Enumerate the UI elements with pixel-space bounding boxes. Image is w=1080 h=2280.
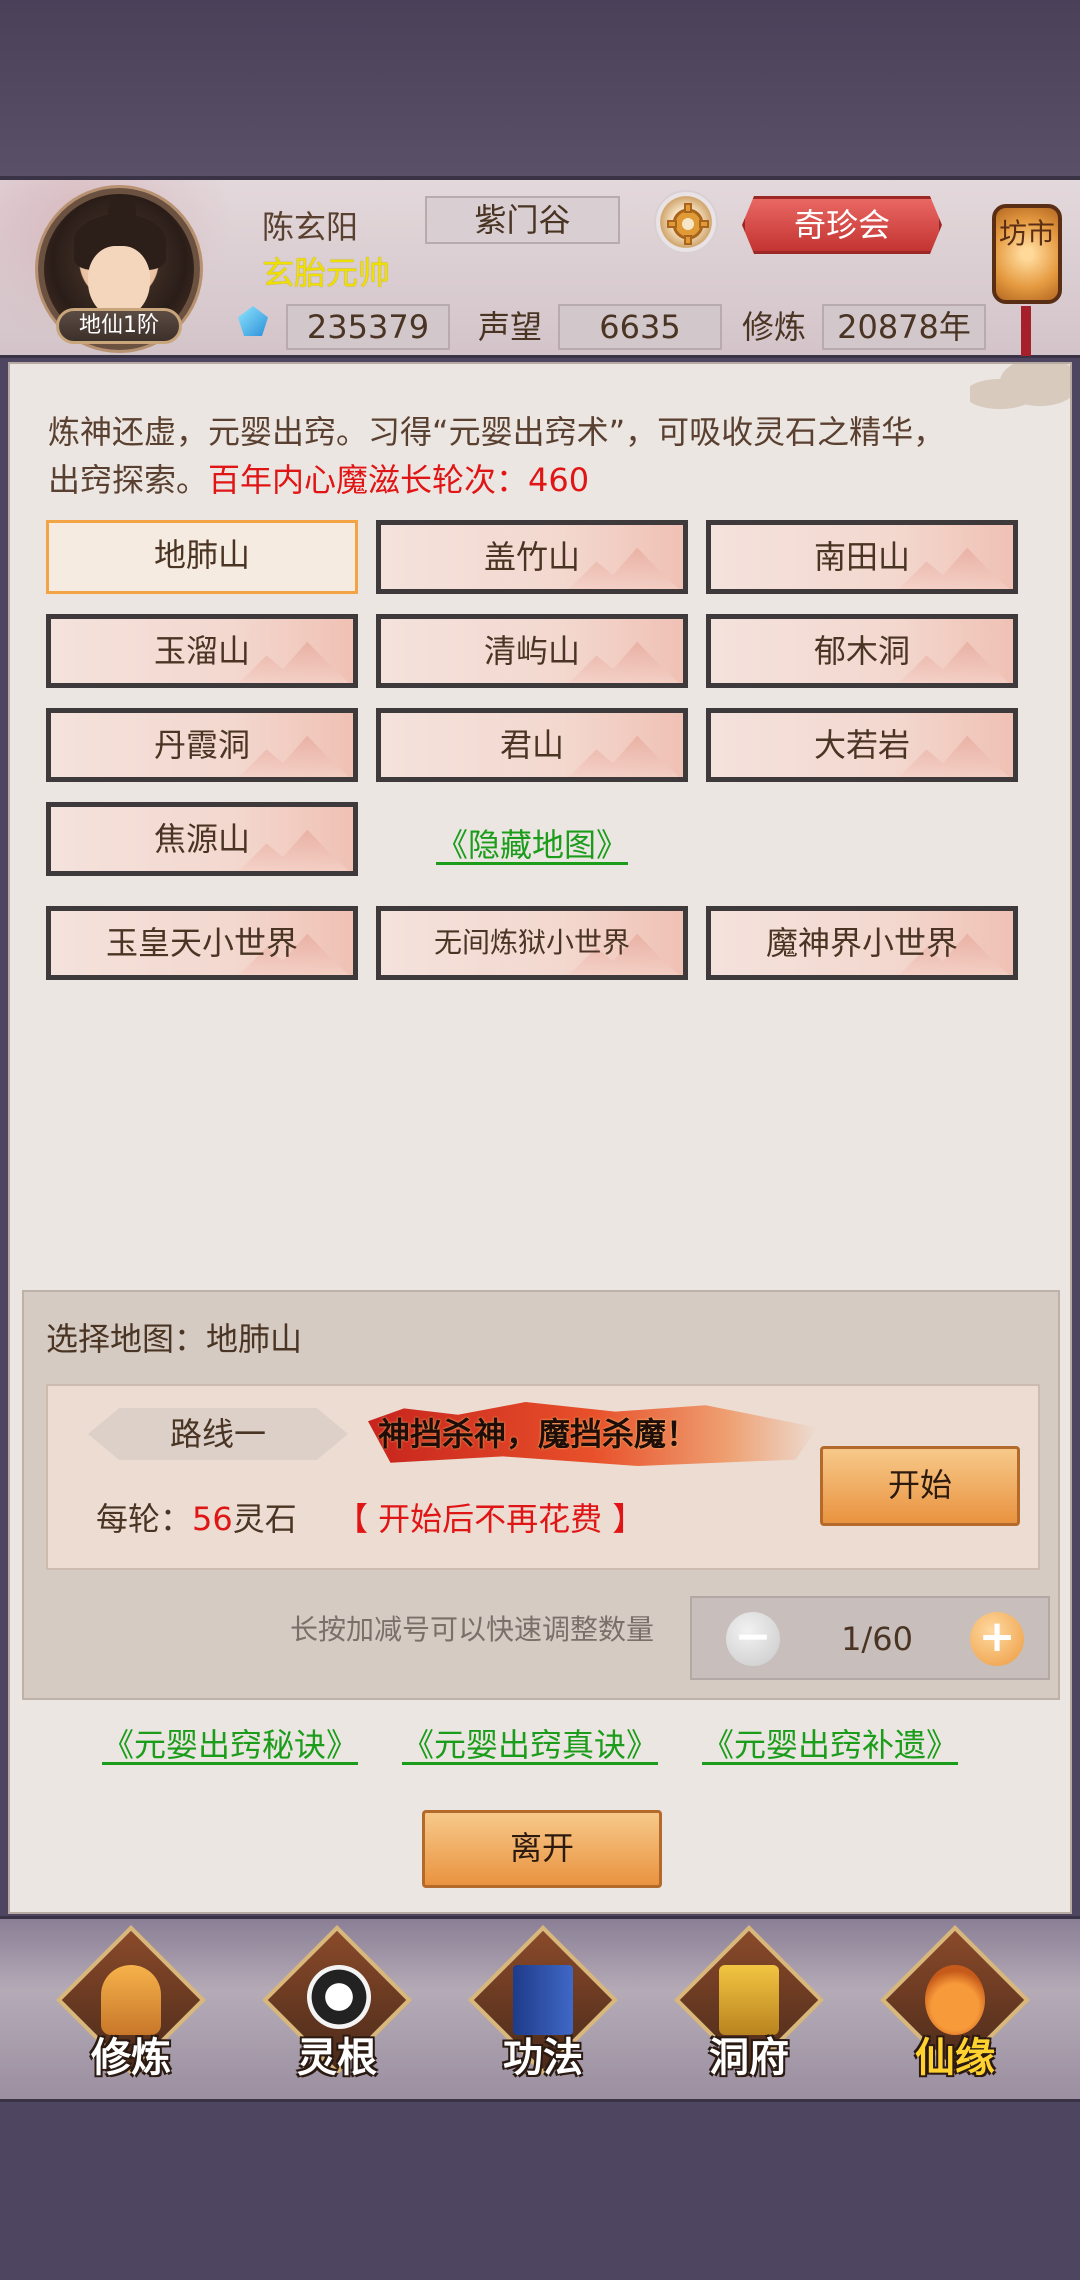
map-selection-section: 选择地图：地肺山 路线一 神挡杀神，魔挡杀魔！ 每轮：56灵石 【 开始后不再花… <box>22 1290 1060 1700</box>
rank-badge: 地仙1阶 <box>56 308 182 344</box>
nav-immortal-fate[interactable]: 仙缘 <box>880 1925 1030 2089</box>
route-cost: 每轮：56灵石 <box>96 1494 297 1540</box>
plus-button[interactable]: + <box>970 1612 1024 1666</box>
treasure-fair-button[interactable]: 奇珍会 <box>742 196 942 254</box>
top-background <box>0 0 1080 178</box>
hidden-map-link[interactable]: 《隐藏地图》 <box>436 820 628 866</box>
map-label: 君山 <box>499 726 564 764</box>
map-button-daruo[interactable]: 大若岩 <box>706 708 1018 782</box>
map-label: 焦源山 <box>153 820 250 858</box>
nav-cave-mansion[interactable]: 洞府 <box>674 1925 824 2089</box>
reputation-label: 声望 <box>478 308 543 346</box>
stepper-hint: 长按加减号可以快速调整数量 <box>290 1613 655 1646</box>
selected-map-title: 选择地图：地肺山 <box>46 1320 303 1358</box>
map-label: 盖竹山 <box>483 538 580 576</box>
map-button-jiaoyuan[interactable]: 焦源山 <box>46 802 358 876</box>
route-slogan: 神挡杀神，魔挡杀魔！ <box>368 1402 818 1466</box>
map-label: 玉溜山 <box>153 632 250 670</box>
cloud-decoration <box>970 364 1070 424</box>
intro-text: 炼神还虚，元婴出窍。习得“元婴出窍术”，可吸收灵石之精华，出窍探索。百年内心魔滋… <box>48 408 948 504</box>
nav-label: 洞府 <box>709 2035 789 2081</box>
map-button-junshan[interactable]: 君山 <box>376 708 688 782</box>
guide-link-supplement[interactable]: 《元婴出窍补遗》 <box>702 1720 958 1766</box>
guide-link-true[interactable]: 《元婴出窍真诀》 <box>402 1720 658 1766</box>
avatar-bun <box>108 198 136 224</box>
start-button[interactable]: 开始 <box>820 1446 1020 1526</box>
minus-button[interactable]: − <box>726 1612 780 1666</box>
inner-demon-rounds: 百年内心魔滋长轮次：460 <box>208 461 590 499</box>
cultivation-value: 20878年 <box>822 304 986 350</box>
map-label: 丹霞洞 <box>153 726 250 764</box>
route-tab[interactable]: 路线一 <box>88 1408 348 1460</box>
map-button-gaizhu[interactable]: 盖竹山 <box>376 520 688 594</box>
nav-label: 灵根 <box>297 2035 377 2081</box>
map-button-yumu[interactable]: 郁木洞 <box>706 614 1018 688</box>
map-button-nantian[interactable]: 南田山 <box>706 520 1018 594</box>
spirit-root-icon <box>307 1965 371 2029</box>
player-header: 地仙1阶 陈玄阳 玄胎元帅 紫门谷 奇珍会 坊市 235379 声望 6635 … <box>0 176 1080 362</box>
nav-spirit-root[interactable]: 灵根 <box>262 1925 412 2089</box>
nav-label: 仙缘 <box>915 2035 995 2081</box>
world-button-yuhuang[interactable]: 玉皇天小世界 <box>46 906 358 980</box>
map-label: 南田山 <box>813 538 910 576</box>
leave-button[interactable]: 离开 <box>422 1810 662 1888</box>
cost-suffix: 灵石 <box>232 1500 297 1538</box>
lantern-icon: 坊市 <box>992 204 1062 304</box>
player-name: 陈玄阳 <box>262 208 359 246</box>
cultivation-label: 修炼 <box>742 308 807 346</box>
world-label: 玉皇天小世界 <box>105 924 298 962</box>
rounds-value: 1/60 <box>841 1620 913 1658</box>
player-title: 玄胎元帅 <box>262 254 391 292</box>
world-button-moshen[interactable]: 魔神界小世界 <box>706 906 1018 980</box>
map-button-yuliu[interactable]: 玉溜山 <box>46 614 358 688</box>
world-label: 无间炼狱小世界 <box>433 926 630 959</box>
nav-technique[interactable]: 功法 <box>468 1925 618 2089</box>
route-card: 路线一 神挡杀神，魔挡杀魔！ 每轮：56灵石 【 开始后不再花费 】 开始 <box>46 1384 1040 1570</box>
market-lantern-button[interactable]: 坊市 <box>990 182 1064 358</box>
reputation-value: 6635 <box>558 304 722 350</box>
nav-label: 功法 <box>503 2035 583 2081</box>
map-label: 大若岩 <box>813 726 910 764</box>
map-button-danxia[interactable]: 丹霞洞 <box>46 708 358 782</box>
world-label: 魔神界小世界 <box>765 924 958 962</box>
nav-cultivate[interactable]: 修炼 <box>56 1925 206 2089</box>
guide-link-secret[interactable]: 《元婴出窍秘诀》 <box>102 1720 358 1766</box>
avatar-button[interactable]: 地仙1阶 <box>38 188 200 350</box>
spirit-stone-count: 235379 <box>286 304 450 350</box>
bottom-navigation: 修炼 灵根 功法 洞府 仙缘 <box>0 1916 1080 2102</box>
rounds-stepper: − 1/60 + <box>690 1596 1050 1680</box>
sect-name: 紫门谷 <box>425 196 620 244</box>
lantern-tassel <box>1021 306 1031 356</box>
map-label: 郁木洞 <box>813 632 910 670</box>
gear-icon <box>667 203 709 245</box>
main-panel: 炼神还虚，元婴出窍。习得“元婴出窍术”，可吸收灵石之精华，出窍探索。百年内心魔滋… <box>8 362 1072 1914</box>
map-label: 地肺山 <box>153 536 250 574</box>
bottom-background <box>0 2102 1080 2280</box>
world-button-wujian[interactable]: 无间炼狱小世界 <box>376 906 688 980</box>
cost-value: 56 <box>192 1500 233 1538</box>
map-button-qingyu[interactable]: 清屿山 <box>376 614 688 688</box>
settings-gear-button[interactable] <box>654 190 718 254</box>
nav-label: 修炼 <box>91 2035 171 2081</box>
map-button-difei[interactable]: 地肺山 <box>46 520 358 594</box>
map-label: 清屿山 <box>483 632 580 670</box>
no-further-cost-note: 【 开始后不再花费 】 <box>336 1500 645 1538</box>
cost-prefix: 每轮： <box>96 1500 193 1538</box>
